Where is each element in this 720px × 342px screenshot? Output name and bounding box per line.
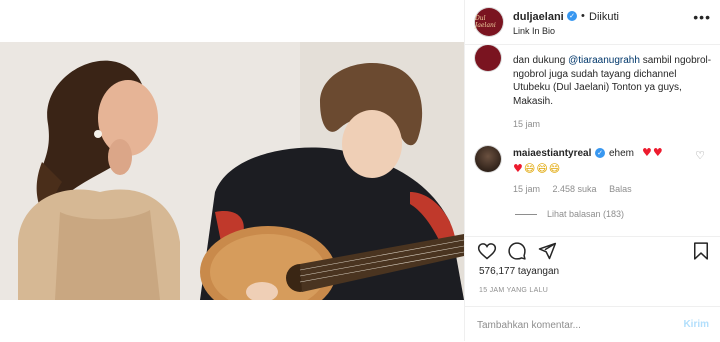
caption-time[interactable]: 15 jam	[513, 119, 540, 129]
post-sidebar: Dul Jaelani duljaelani ✓ • Diikuti Link …	[464, 0, 720, 341]
reply-button[interactable]: Balas	[609, 184, 632, 194]
action-bar	[465, 236, 720, 263]
follow-status-button[interactable]: Diikuti	[589, 11, 619, 23]
media-panel	[0, 0, 464, 341]
reply-divider	[515, 214, 537, 215]
comment-smile-emojis: 😄😄😄	[523, 162, 562, 175]
header-sublabel[interactable]: Link In Bio	[513, 26, 555, 36]
comment-emoji-line: ♥😄😄😄	[513, 162, 561, 175]
verified-icon: ✓	[595, 148, 605, 158]
comment-text: ehem	[609, 148, 635, 159]
heart-icon[interactable]	[477, 241, 497, 261]
comment-meta: 15 jam 2.458 suka Balas	[513, 184, 642, 194]
verified-icon: ✓	[567, 11, 577, 21]
post-date[interactable]: 15 JAM YANG LALU	[479, 287, 548, 294]
view-count: 576,177 tayangan	[479, 266, 560, 277]
comment-composer: Kirim	[465, 306, 720, 342]
comment-username[interactable]: maiaestiantyreal	[513, 148, 591, 159]
comment-input[interactable]	[477, 317, 667, 333]
like-icon[interactable]: ♡	[695, 149, 705, 162]
comment-avatar[interactable]	[475, 146, 501, 172]
more-icon[interactable]: •••	[693, 9, 711, 25]
comment-time[interactable]: 15 jam	[513, 184, 540, 194]
comment-heart-emoji: ♥	[513, 162, 524, 175]
caption-avatar[interactable]	[475, 45, 501, 71]
caption-prefix: dan dukung	[513, 55, 569, 66]
comment-likes[interactable]: 2.458 suka	[553, 184, 597, 194]
bookmark-icon[interactable]	[691, 241, 711, 261]
share-icon[interactable]	[537, 241, 557, 261]
post-comment-button[interactable]: Kirim	[683, 319, 709, 330]
video-frame	[0, 42, 464, 300]
caption-mention-link[interactable]: @tiaraanugrahh	[568, 55, 640, 66]
separator-dot: •	[581, 10, 585, 22]
comment-icon[interactable]	[507, 241, 527, 261]
see-replies-button[interactable]: Lihat balasan (183)	[547, 209, 624, 219]
avatar[interactable]: Dul Jaelani	[475, 8, 503, 36]
video-player[interactable]	[0, 42, 464, 300]
caption-text: dan dukung @tiaraanugrahh sambil ngobrol…	[513, 54, 713, 108]
comment-hearts: ♥♥	[642, 146, 664, 159]
avatar-logo-text: Dul Jaelani	[475, 15, 496, 29]
comments-list[interactable]: dan dukung @tiaraanugrahh sambil ngobrol…	[465, 45, 720, 235]
post-header: Dul Jaelani duljaelani ✓ • Diikuti Link …	[465, 0, 720, 45]
post-username[interactable]: duljaelani	[513, 11, 564, 23]
